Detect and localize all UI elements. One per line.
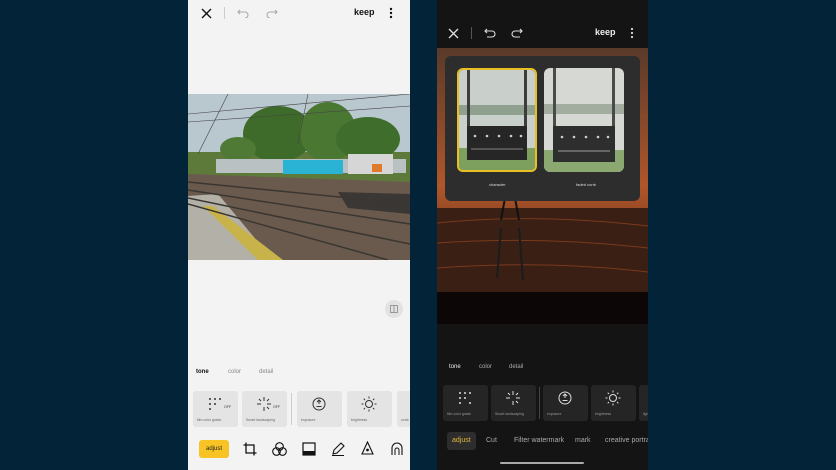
tool-contrast[interactable]: contr: [397, 391, 410, 427]
tab-color[interactable]: color: [479, 364, 492, 370]
tool-label: brightness: [595, 412, 612, 416]
divider: [539, 387, 540, 419]
keep-button[interactable]: keep: [595, 27, 616, 37]
style-picker-popup: character faded contr: [445, 56, 640, 201]
sparkle-paint-icon[interactable]: [360, 441, 375, 456]
top-bar: keep: [188, 0, 410, 27]
tool-brightness[interactable]: brightness: [591, 385, 636, 421]
menu-adjust[interactable]: adjust: [447, 432, 476, 450]
adjust-tabs: tone color detail: [188, 369, 410, 379]
tool-exposure[interactable]: exposure: [543, 385, 588, 421]
grade-dots-icon: [459, 392, 471, 404]
more-icon[interactable]: [630, 27, 634, 39]
style-option-character[interactable]: [457, 68, 537, 172]
tab-tone[interactable]: tone: [449, 364, 461, 370]
exposure-icon: [558, 391, 572, 405]
brightness-icon: [361, 396, 377, 412]
sparkle-icon: [257, 397, 271, 411]
tool-label: brightness: [351, 418, 368, 422]
tool-exposure[interactable]: exposure: [297, 391, 342, 427]
close-icon[interactable]: [201, 8, 212, 19]
tool-label: Smart landscaping: [246, 418, 275, 422]
tool-label: film color grade-: [197, 418, 223, 422]
home-indicator: [500, 462, 584, 464]
menu-filter-watermark[interactable]: Filter watermark: [514, 432, 564, 450]
tab-detail[interactable]: detail: [259, 369, 273, 375]
style-option-faded[interactable]: [544, 68, 624, 172]
filter-circles-icon[interactable]: [272, 442, 287, 456]
tool-label: contr: [401, 418, 409, 422]
portrait-icon[interactable]: [390, 441, 404, 456]
photo-preview[interactable]: [188, 94, 410, 260]
more-icon[interactable]: [389, 7, 393, 19]
sparkle-icon: [506, 391, 520, 405]
tab-detail[interactable]: detail: [509, 364, 523, 370]
divider: [224, 7, 225, 19]
keep-button[interactable]: keep: [354, 7, 375, 17]
divider: [291, 393, 292, 425]
undo-icon[interactable]: [484, 28, 496, 38]
phone-right: keep character faded contr tone color de…: [437, 0, 648, 470]
tool-brightness[interactable]: brightness: [347, 391, 392, 427]
menu-cut[interactable]: Cut: [486, 432, 497, 450]
style-caption-character: character: [489, 182, 506, 187]
tab-color[interactable]: color: [228, 369, 241, 375]
tool-label: exposure: [547, 412, 562, 416]
frame-icon[interactable]: [302, 442, 316, 456]
redo-icon[interactable]: [266, 8, 278, 18]
tool-film-grade[interactable]: OFF film color grade-: [193, 391, 238, 427]
compare-icon: [390, 305, 398, 313]
tab-tone[interactable]: tone: [196, 369, 209, 375]
undo-icon[interactable]: [237, 8, 249, 18]
adjust-button[interactable]: adjust: [199, 440, 229, 458]
redo-icon[interactable]: [511, 28, 523, 38]
divider: [471, 27, 472, 39]
menu-creative-portrait[interactable]: creative portrait: [605, 432, 648, 450]
tool-smart-landscaping[interactable]: OFF Smart landscaping: [242, 391, 287, 427]
close-icon[interactable]: [448, 28, 459, 39]
grade-dots-icon: [209, 398, 221, 410]
phone-left: keep tone color detail OFF film color gr…: [188, 0, 410, 470]
style-caption-faded: faded contr: [576, 182, 597, 187]
compare-button[interactable]: [385, 300, 403, 318]
adjust-tabs: tone color detail: [437, 364, 648, 374]
tool-light[interactable]: light: [639, 385, 648, 421]
top-bar: keep: [437, 20, 648, 47]
tool-label: film color grade: [447, 412, 471, 416]
tool-label: exposure: [301, 418, 316, 422]
menu-mark[interactable]: mark: [575, 432, 591, 450]
bottom-menu: adjust Cut Filter watermark mark creativ…: [437, 432, 648, 450]
tool-label: light: [643, 412, 648, 416]
tool-label: Smart landscaping: [495, 412, 524, 416]
tool-film-grade[interactable]: film color grade: [443, 385, 488, 421]
exposure-icon: [312, 397, 326, 411]
markup-pen-icon[interactable]: [331, 442, 345, 456]
brightness-icon: [605, 390, 621, 406]
crop-icon[interactable]: [243, 442, 257, 456]
tool-smart-landscaping[interactable]: Smart landscaping: [491, 385, 536, 421]
